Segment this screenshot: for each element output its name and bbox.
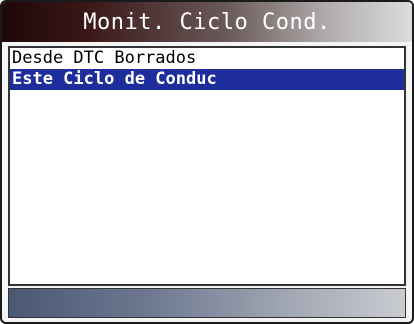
menu-list: Desde DTC Borrados Este Ciclo de Conduc xyxy=(8,46,406,286)
menu-item-this-drive-cycle[interactable]: Este Ciclo de Conduc xyxy=(10,69,404,90)
screen-title: Monit. Ciclo Cond. xyxy=(83,9,331,35)
menu-item-since-dtc-cleared[interactable]: Desde DTC Borrados xyxy=(10,48,404,69)
status-bar xyxy=(8,288,406,318)
device-screen: Monit. Ciclo Cond. Desde DTC Borrados Es… xyxy=(0,0,414,324)
title-bar: Monit. Ciclo Cond. xyxy=(2,2,412,42)
